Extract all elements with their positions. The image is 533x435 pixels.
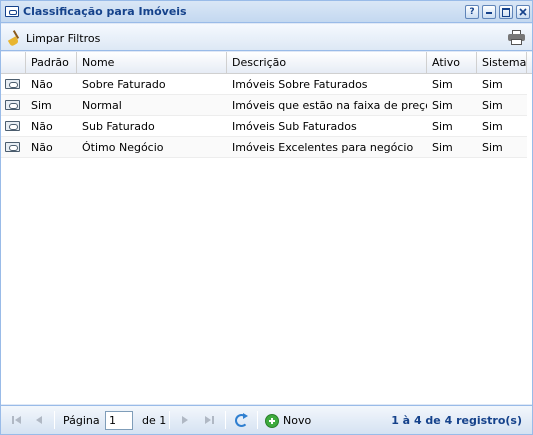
cell-sistema: Sim (482, 120, 503, 133)
table-row[interactable]: Sim Normal Imóveis que estão na faixa de… (1, 95, 527, 116)
page-label: Página (63, 414, 100, 427)
first-page-icon[interactable] (11, 414, 23, 426)
cell-sistema: Sim (482, 78, 503, 91)
cell-padrao: Sim (31, 99, 52, 112)
new-record-button[interactable]: Novo (265, 412, 311, 429)
cell-nome: Normal (82, 99, 122, 112)
header-padrao[interactable]: Padrão (26, 52, 77, 74)
cell-nome: Sobre Faturado (82, 78, 166, 91)
clear-filters-button[interactable]: Limpar Filtros (7, 29, 100, 47)
header-sistema[interactable]: Sistema (477, 52, 527, 74)
view-record-icon[interactable] (5, 121, 20, 131)
header-ativo[interactable]: Ativo (427, 52, 477, 74)
table-row[interactable]: Não Ótimo Negócio Imóveis Excelentes par… (1, 137, 527, 158)
cell-nome: Sub Faturado (82, 120, 155, 133)
clear-filters-label: Limpar Filtros (26, 31, 101, 45)
close-icon (519, 8, 527, 16)
view-record-icon[interactable] (5, 79, 20, 89)
cell-descricao: Imóveis que estão na faixa de preços (232, 99, 427, 112)
table-row[interactable]: Não Sub Faturado Imóveis Sub Faturados S… (1, 116, 527, 137)
grid-header: Padrão Nome Descrição Ativo Sistema (1, 52, 532, 74)
new-record-label: Novo (283, 414, 312, 427)
minimize-button[interactable] (482, 5, 496, 19)
view-record-icon[interactable] (5, 100, 20, 110)
cell-padrao: Não (31, 141, 53, 154)
classificacao-window: Classificação para Imóveis ? Limpar Filt… (0, 0, 533, 435)
view-record-icon[interactable] (5, 142, 20, 152)
page-count-label: de 1 (142, 414, 167, 427)
page-number-input[interactable] (105, 411, 133, 430)
refresh-icon[interactable] (234, 413, 249, 428)
last-page-icon[interactable] (203, 414, 215, 426)
header-nome[interactable]: Nome (77, 52, 227, 74)
next-page-icon[interactable] (179, 414, 191, 426)
cell-nome: Ótimo Negócio (82, 141, 164, 154)
header-action-column (1, 52, 26, 74)
maximize-button[interactable] (499, 5, 513, 19)
pager-separator (169, 411, 170, 429)
cell-descricao: Imóveis Excelentes para negócio (232, 141, 414, 154)
cell-sistema: Sim (482, 141, 503, 154)
cell-descricao: Imóveis Sub Faturados (232, 120, 357, 133)
cell-ativo: Sim (432, 141, 453, 154)
grid-toolbar: Limpar Filtros (1, 24, 532, 51)
help-button[interactable]: ? (465, 5, 479, 19)
add-icon (265, 413, 279, 428)
pager-separator (54, 411, 55, 429)
cell-ativo: Sim (432, 78, 453, 91)
pager-separator (225, 411, 226, 429)
printer-icon[interactable] (508, 30, 525, 45)
pager-separator (257, 411, 258, 429)
table-row[interactable]: Não Sobre Faturado Imóveis Sobre Faturad… (1, 74, 527, 95)
paging-toolbar: Página de 1 Novo 1 à 4 de 4 registro(s) (1, 405, 532, 434)
cell-sistema: Sim (482, 99, 503, 112)
cell-padrao: Não (31, 120, 53, 133)
cell-padrao: Não (31, 78, 53, 91)
previous-page-icon[interactable] (33, 414, 45, 426)
window-title: Classificação para Imóveis (23, 5, 187, 18)
header-descricao[interactable]: Descrição (227, 52, 427, 74)
records-info: 1 à 4 de 4 registro(s) (391, 414, 522, 427)
close-button[interactable] (516, 5, 530, 19)
cell-ativo: Sim (432, 120, 453, 133)
window-icon (5, 6, 19, 17)
cell-ativo: Sim (432, 99, 453, 112)
broom-icon (7, 30, 23, 46)
cell-descricao: Imóveis Sobre Faturados (232, 78, 368, 91)
window-titlebar[interactable]: Classificação para Imóveis ? (1, 1, 532, 23)
grid-body: Não Sobre Faturado Imóveis Sobre Faturad… (1, 74, 532, 404)
